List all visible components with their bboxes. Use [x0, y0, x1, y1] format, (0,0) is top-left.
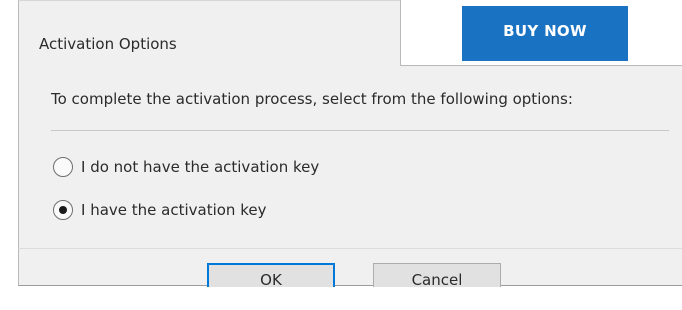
dialog-footer: OK Cancel	[18, 248, 682, 296]
radio-button-unchecked[interactable]	[53, 157, 73, 177]
dialog-title: Activation Options	[39, 35, 177, 53]
buy-now-button[interactable]: BUY NOW	[462, 6, 628, 61]
dialog-body: To complete the activation process, sele…	[18, 66, 682, 248]
activation-dialog: BUY NOW Activation Options To complete t…	[0, 0, 682, 310]
option-have-activation-key[interactable]: I have the activation key	[53, 198, 266, 222]
option-no-activation-key[interactable]: I do not have the activation key	[53, 155, 319, 179]
radio-button-checked[interactable]	[53, 200, 73, 220]
separator	[51, 130, 669, 131]
option-label: I have the activation key	[81, 201, 267, 219]
option-label: I do not have the activation key	[81, 158, 320, 176]
dialog-title-bar: Activation Options	[18, 0, 400, 66]
background-window: BUY NOW	[400, 0, 682, 66]
bottom-margin	[0, 287, 682, 310]
instruction-text: To complete the activation process, sele…	[51, 90, 573, 108]
